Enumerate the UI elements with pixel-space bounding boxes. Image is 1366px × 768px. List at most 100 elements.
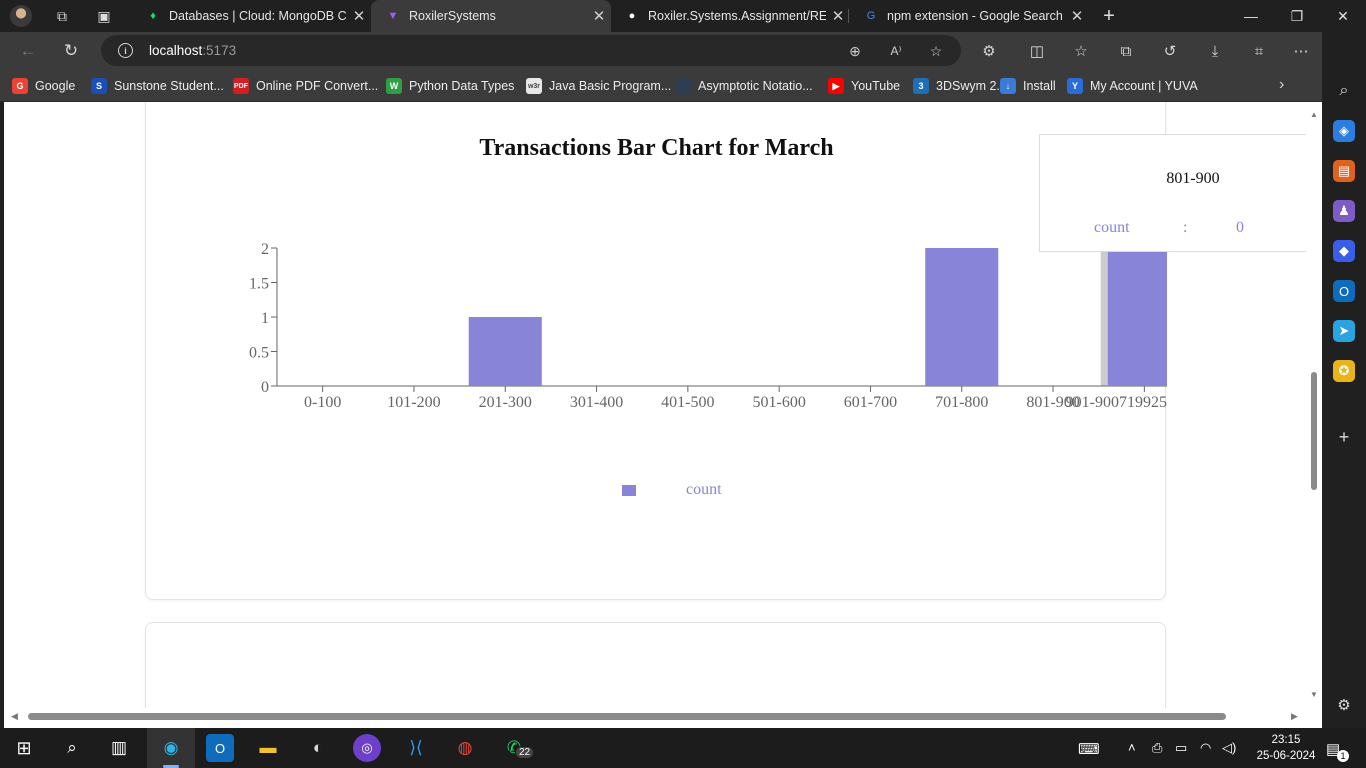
- file-explorer-icon[interactable]: ▬: [254, 734, 282, 762]
- history-icon[interactable]: ↺: [1159, 40, 1181, 62]
- extensions-icon[interactable]: ⚙: [978, 40, 1000, 62]
- browser-toolbar: ← ↻ i localhost:5173 ⊕ A⁾ ☆ ⚙ ◫ ☆ ⧉ ↺ ⤓ …: [0, 32, 1349, 70]
- minimize-button[interactable]: —: [1228, 0, 1274, 32]
- chart-legend[interactable]: count: [622, 481, 722, 499]
- games-icon[interactable]: ♟: [1333, 200, 1355, 222]
- bar-201-300[interactable]: [468, 317, 542, 386]
- y-tick-label: 0.5: [249, 345, 269, 362]
- downloads-icon[interactable]: ⤓: [1204, 40, 1226, 62]
- install-icon: ↓: [1000, 78, 1016, 94]
- vscode-icon[interactable]: ⟩⟨: [402, 734, 430, 762]
- github-desktop-icon[interactable]: ◎: [353, 734, 381, 762]
- paint-app-icon[interactable]: ◐: [304, 734, 332, 762]
- outlook-icon[interactable]: O: [1333, 280, 1355, 302]
- bookmark-item[interactable]: ▶ YouTube: [828, 78, 900, 94]
- wifi-icon[interactable]: ◠: [1200, 740, 1211, 756]
- close-tab-icon[interactable]: ✕: [826, 7, 850, 25]
- bookmark-item[interactable]: G Google: [12, 78, 75, 94]
- y-tick-label: 2: [261, 241, 269, 258]
- task-view-icon[interactable]: ▥: [105, 734, 133, 762]
- address-bar[interactable]: i localhost:5173 ⊕ A⁾ ☆: [101, 35, 961, 66]
- bookmark-item[interactable]: w3r Java Basic Program...: [526, 78, 671, 94]
- scroll-left-icon[interactable]: ◀: [11, 711, 18, 722]
- close-tab-icon[interactable]: ✕: [587, 7, 611, 25]
- bookmarks-bar: G Google S Sunstone Student... PDF Online PDF…: [0, 70, 1322, 102]
- close-window-button[interactable]: ✕: [1320, 0, 1366, 32]
- tooltip-value: 0: [1236, 219, 1244, 236]
- clock-date: 25-06-2024: [1256, 750, 1316, 762]
- edge-browser-icon[interactable]: ◉: [157, 734, 185, 762]
- vertical-scroll-thumb[interactable]: [1311, 372, 1317, 490]
- yuva-icon: Y: [1067, 78, 1083, 94]
- outlook-taskbar-icon[interactable]: O: [206, 734, 234, 762]
- tab-3[interactable]: ● Roxiler.Systems.Assignment/REA ✕: [610, 0, 850, 32]
- x-tick-label: 501-600: [752, 394, 805, 411]
- address-url[interactable]: localhost:5173: [149, 43, 236, 58]
- bar-701-800[interactable]: [925, 248, 999, 386]
- send-icon[interactable]: ➤: [1333, 320, 1355, 342]
- battery-icon[interactable]: ▭: [1175, 740, 1187, 756]
- bookmark-item[interactable]: 3 3DSwym 2.: [913, 78, 1000, 94]
- mongodb-leaf-icon: ♦: [150, 10, 156, 22]
- keyboard-icon[interactable]: ⌨: [1078, 740, 1100, 758]
- system-clock[interactable]: 23:15 25-06-2024: [1256, 732, 1316, 764]
- favorite-star-icon[interactable]: ☆: [926, 41, 946, 61]
- tab-2[interactable]: ▼ RoxilerSystems ✕: [371, 0, 611, 32]
- vite-icon: ▼: [387, 10, 399, 22]
- google-icon: G: [866, 10, 876, 22]
- meet-icon[interactable]: ⎙: [1152, 740, 1162, 756]
- new-tab-button[interactable]: +: [1097, 4, 1121, 28]
- bookmark-item[interactable]: PDF Online PDF Convert...: [233, 78, 378, 94]
- search-icon[interactable]: ⌕: [1333, 80, 1355, 102]
- tray-chevron-up-icon[interactable]: ˄: [1128, 740, 1136, 755]
- close-tab-icon[interactable]: ✕: [347, 7, 371, 25]
- workspaces-icon[interactable]: ⧉: [46, 0, 78, 32]
- add-sidebar-icon[interactable]: +: [1333, 426, 1355, 448]
- bookmark-item[interactable]: Asymptotic Notatio...: [675, 78, 813, 94]
- copilot-sidebar-icon[interactable]: ◆: [1333, 240, 1355, 262]
- bookmark-item[interactable]: ↓ Install: [1000, 78, 1056, 94]
- zoom-icon[interactable]: ⊕: [845, 41, 865, 61]
- screenshot-icon[interactable]: ⌗: [1248, 40, 1270, 62]
- shopping-tag-icon[interactable]: ◈: [1333, 120, 1355, 142]
- profile-avatar[interactable]: [10, 5, 32, 27]
- scroll-right-icon[interactable]: ▶: [1291, 711, 1298, 722]
- scroll-up-icon[interactable]: ▲: [1310, 110, 1318, 119]
- horizontal-scroll-thumb[interactable]: [28, 713, 1226, 720]
- tab-1[interactable]: ♦ Databases | Cloud: MongoDB Clo ✕: [131, 0, 371, 32]
- bookmark-item[interactable]: Y My Account | YUVA: [1067, 78, 1198, 94]
- 3dswym-icon: 3: [913, 78, 929, 94]
- scroll-down-icon[interactable]: ▼: [1310, 690, 1318, 699]
- close-tab-icon[interactable]: ✕: [1065, 7, 1089, 25]
- volume-icon[interactable]: ◁): [1222, 740, 1236, 756]
- collections-icon[interactable]: ⧉: [1115, 40, 1137, 62]
- bookmark-label: Sunstone Student...: [114, 79, 224, 93]
- refresh-icon[interactable]: ↻: [58, 39, 84, 63]
- site-info-icon[interactable]: i: [118, 43, 133, 58]
- tab-actions-icon[interactable]: ▣: [88, 0, 120, 32]
- sidebar-settings-icon[interactable]: ⚙: [1333, 694, 1355, 716]
- taskbar-search-icon[interactable]: ⌕: [58, 734, 86, 762]
- more-menu-icon[interactable]: ⋯: [1290, 40, 1312, 62]
- bookmark-item[interactable]: S Sunstone Student...: [91, 78, 224, 94]
- back-icon[interactable]: ←: [15, 39, 41, 63]
- rewards-icon[interactable]: ✪: [1333, 360, 1355, 382]
- windows-start-icon[interactable]: ⊞: [10, 734, 38, 762]
- read-aloud-icon[interactable]: A⁾: [886, 41, 906, 61]
- chevron-right-icon[interactable]: ›: [1279, 76, 1284, 94]
- restore-button[interactable]: ❐: [1274, 0, 1320, 32]
- tooltip-separator: :: [1183, 219, 1188, 236]
- x-tick-label: 101-200: [387, 394, 440, 411]
- bookmark-item[interactable]: W Python Data Types: [386, 78, 514, 94]
- bar-901-9007199254740991[interactable]: [1107, 248, 1167, 386]
- tools-icon[interactable]: ▤: [1333, 160, 1355, 182]
- split-screen-icon[interactable]: ◫: [1026, 40, 1048, 62]
- vertical-scrollbar[interactable]: ▲ ▼: [1306, 102, 1322, 708]
- globe-icon: [675, 78, 691, 94]
- bookmark-label: Asymptotic Notatio...: [698, 79, 813, 93]
- favorites-icon[interactable]: ☆: [1070, 40, 1092, 62]
- tab-4[interactable]: Gnpm extension - Google Search ✕: [849, 0, 1089, 32]
- chrome-icon[interactable]: ◍: [451, 734, 479, 762]
- github-icon: ●: [628, 10, 636, 22]
- horizontal-scrollbar[interactable]: ◀ ▶: [4, 708, 1306, 728]
